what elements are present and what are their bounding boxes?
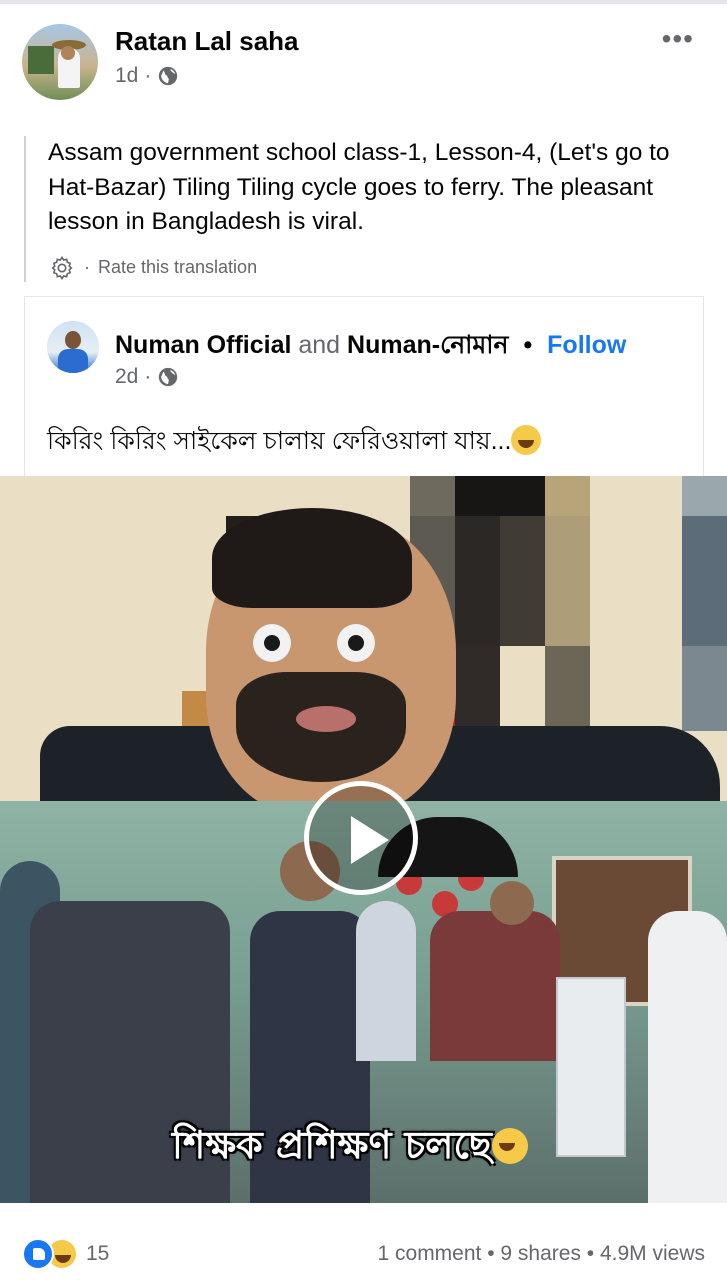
rate-separator: ·	[84, 257, 90, 277]
subject-eye-right	[337, 624, 375, 662]
translated-post-text: Assam government school class-1, Lesson-…	[24, 136, 700, 282]
pixel-block	[545, 646, 590, 731]
reaction-count: 15	[86, 1242, 110, 1265]
pixel-block	[682, 516, 727, 646]
like-reaction-icon	[22, 1238, 54, 1270]
engagement-stats[interactable]: 1 comment • 9 shares • 4.9M views	[378, 1242, 706, 1266]
pixel-block	[455, 476, 545, 516]
shared-author-1[interactable]: Numan Official	[115, 331, 291, 359]
person	[648, 911, 727, 1203]
author-avatar[interactable]	[22, 24, 98, 100]
pixel-block	[455, 516, 500, 646]
person	[430, 911, 560, 1061]
follow-button[interactable]: Follow	[547, 331, 626, 359]
person	[490, 881, 534, 925]
video-caption: শিক্ষক প্রশিক্ষণ চলছে	[172, 1116, 528, 1180]
shared-post-text: কিরিং কিরিং সাইকেল চালায় ফেরিওয়ালা যায…	[47, 421, 542, 464]
avatar-background	[28, 46, 54, 74]
post-meta: 1d ·	[115, 64, 179, 88]
shared-post-time[interactable]: 2d	[115, 365, 138, 389]
avatar-shirt	[58, 349, 88, 373]
kiosk-machine	[556, 977, 626, 1157]
and-text: and	[298, 331, 341, 359]
caption-text: শিক্ষক প্রশিক্ষণ চলছে	[172, 1123, 492, 1167]
pixel-block	[500, 516, 545, 646]
shared-author-avatar[interactable]	[47, 321, 99, 373]
pixel-block	[410, 476, 455, 516]
top-divider	[0, 0, 727, 4]
reactions-summary[interactable]: 15	[22, 1238, 109, 1270]
avatar-head	[61, 46, 75, 60]
rofl-emoji-icon	[511, 425, 542, 455]
person	[356, 901, 416, 1061]
shared-authors: Numan Official and Numan-নোমান • Follow	[115, 325, 626, 368]
pixel-block	[545, 516, 590, 646]
rate-translation-row: · Rate this translation	[48, 254, 700, 282]
meta-separator: ·	[144, 64, 152, 87]
globe-icon	[159, 367, 178, 387]
author-name[interactable]: Ratan Lal saha	[115, 26, 299, 57]
post-time[interactable]: 1d	[115, 64, 138, 88]
pixel-block	[682, 646, 727, 731]
shared-post-meta: 2d ·	[115, 365, 179, 389]
rofl-emoji-icon	[491, 1128, 528, 1164]
pixel-block	[682, 476, 727, 516]
meta-separator: ·	[144, 365, 152, 388]
pixel-block	[455, 646, 500, 731]
globe-icon	[159, 66, 178, 86]
follow-separator: •	[523, 331, 533, 359]
shared-text-content: কিরিং কিরিং সাইকেল চালায় ফেরিওয়ালা যায…	[47, 427, 512, 455]
rate-translation-link[interactable]: Rate this translation	[98, 257, 257, 278]
more-options-button[interactable]: •••	[662, 25, 694, 53]
pixel-block	[545, 476, 590, 516]
gear-icon[interactable]	[48, 254, 76, 282]
subject-hair	[212, 508, 412, 608]
post-text: Assam government school class-1, Lesson-…	[48, 139, 670, 235]
subject-lips	[296, 706, 356, 732]
post-header: Ratan Lal saha 1d · •••	[22, 24, 712, 104]
shared-post-card[interactable]: Numan Official and Numan-নোমান • Follow …	[24, 296, 704, 478]
avatar-face	[65, 331, 81, 349]
play-button[interactable]	[304, 781, 418, 895]
video-top-frame	[0, 476, 727, 816]
shared-author-2[interactable]: Numan-নোমান	[347, 331, 508, 359]
footer-divider	[0, 1203, 727, 1217]
video-player[interactable]: শিক্ষক প্রশিক্ষণ চলছে	[0, 476, 727, 1203]
subject-eye-left	[253, 624, 291, 662]
